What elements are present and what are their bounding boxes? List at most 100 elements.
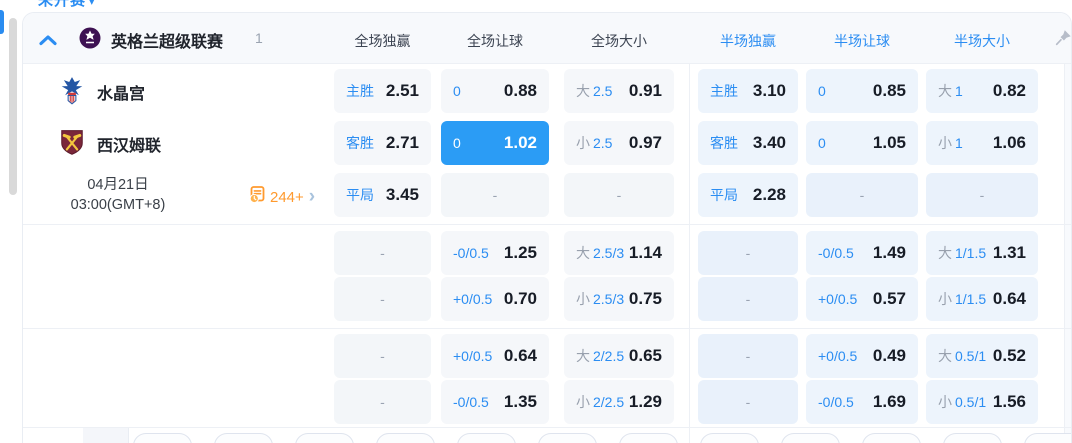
odds-value: 1.02 [503,133,537,152]
odds-line-prefix: 大 [938,83,952,99]
odds-cell-disabled: - [806,173,918,217]
odds-line-label: 2.5 [593,135,613,151]
odds-cell[interactable]: 0 0.85 [806,69,918,113]
status-tab-not-started[interactable]: 未开赛 ▾ [38,0,96,10]
odds-column-header: 半场独赢 [720,33,776,49]
odds-line-label: 0 [453,135,461,151]
left-edge-accent [0,10,4,34]
odds-value: 0.52 [992,346,1026,365]
odds-line-label: 主胜 [346,83,374,99]
odds-value: 2.71 [385,133,419,152]
pin-icon[interactable] [1055,29,1071,46]
chevron-right-icon: › [308,186,316,207]
odds-line-label: +0/0.5 [453,291,493,307]
odds-cell[interactable]: 0 1.02 [441,121,549,165]
premier-league-logo-icon [78,26,102,50]
odds-cell[interactable]: 大 0.5/1 0.52 [926,334,1038,378]
clipped-next-column [1065,64,1071,443]
odds-line-label: 客胜 [346,135,374,151]
odds-cell-disabled: - [334,334,431,378]
odds-cell[interactable]: 小 0.5/1 1.56 [926,380,1038,424]
odds-value: 0.85 [872,81,906,100]
odds-line-label: +0/0.5 [453,348,493,364]
odds-cell[interactable]: 主胜 3.10 [698,69,798,113]
away-team-row[interactable]: 西汉姆联 [23,121,323,165]
odds-dash: - [380,245,385,261]
odds-cell-disabled: - [926,173,1038,217]
odds-cell[interactable]: 大 2/2.5 0.65 [564,334,674,378]
odds-line-label: 2.5/3 [593,291,625,307]
odds-line-label: 2.5 [593,83,613,99]
league-header-row[interactable]: 英格兰超级联赛 1 全场独赢 全场让球 全场大小 半场独赢 半场让球 半场大小 [23,13,1071,64]
west-ham-crest-icon [59,129,85,159]
odds-cell[interactable]: 0 0.88 [441,69,549,113]
odds-cell[interactable]: 大 2.5/3 1.14 [564,231,674,275]
odds-cell[interactable]: 小 2.5/3 0.75 [564,277,674,321]
odds-cell-disabled: - [334,231,431,275]
more-markets-button[interactable]: 244+ › [248,186,315,208]
full-half-divider [689,63,690,443]
odds-cell-disabled: - [334,277,431,321]
odds-cell[interactable]: 主胜 2.51 [334,69,431,113]
odds-line-label: 客胜 [710,135,738,151]
odds-cell[interactable]: -0/0.5 1.49 [806,231,918,275]
odds-column-header: 全场大小 [591,33,647,49]
match-time: 03:00(GMT+8) [70,197,166,213]
odds-dash: - [859,187,865,203]
odds-cell[interactable]: 小 2.5 0.97 [564,121,674,165]
more-markets-count: 244+ [270,188,304,206]
odds-line-label: -0/0.5 [453,245,489,261]
odds-cell[interactable]: -0/0.5 1.69 [806,380,918,424]
odds-value: 1.56 [992,392,1026,411]
odds-dash: - [380,291,385,307]
odds-cell[interactable]: +0/0.5 0.70 [441,277,549,321]
bottom-divider [128,428,129,443]
odds-cell[interactable]: 小 1/1.5 0.64 [926,277,1038,321]
odds-cell[interactable]: 客胜 3.40 [698,121,798,165]
odds-cell[interactable]: -0/0.5 1.35 [441,380,549,424]
odds-cell[interactable]: 平局 3.45 [334,173,431,217]
odds-value: 3.40 [752,133,786,152]
odds-line-prefix: 大 [576,245,590,261]
odds-cell[interactable]: 大 1 0.82 [926,69,1038,113]
odds-line-label: 平局 [346,187,374,203]
odds-cell[interactable]: 大 1/1.5 1.31 [926,231,1038,275]
odds-cell[interactable]: 平局 2.28 [698,173,798,217]
odds-line-prefix: 大 [938,245,952,261]
odds-cell[interactable]: 客胜 2.71 [334,121,431,165]
odds-line-prefix: 小 [938,291,952,307]
odds-dash: - [380,348,385,364]
vertical-scrollbar-thumb[interactable] [9,18,17,195]
odds-cell[interactable]: 小 2/2.5 1.29 [564,380,674,424]
odds-line-label: 1 [955,83,963,99]
odds-column-header: 全场独赢 [354,33,411,49]
odds-line-label: 1/1.5 [955,245,987,261]
odds-cell[interactable]: -0/0.5 1.25 [441,231,549,275]
odds-cell-disabled: - [441,173,549,217]
odds-line-label: +0/0.5 [818,348,858,364]
odds-cell[interactable]: 0 1.05 [806,121,918,165]
chevron-up-icon[interactable] [39,33,57,46]
odds-line-label: 1 [955,135,963,151]
odds-dash: - [745,245,751,261]
odds-cell-disabled: - [698,380,798,424]
odds-line-label: -0/0.5 [818,245,854,261]
odds-cell[interactable]: 小 1 1.06 [926,121,1038,165]
home-team-row[interactable]: 水晶宫 [23,69,323,113]
odds-line-label: 2/2.5 [593,394,625,410]
odds-line-label: 1/1.5 [955,291,987,307]
odds-cell[interactable]: +0/0.5 0.57 [806,277,918,321]
odds-value: 0.64 [992,289,1026,308]
odds-cell[interactable]: +0/0.5 0.64 [441,334,549,378]
odds-value: 0.88 [503,81,537,100]
odds-line-label: 0 [818,135,826,151]
odds-line-prefix: 大 [576,83,590,99]
odds-line-prefix: 大 [938,348,952,364]
odds-cell[interactable]: +0/0.5 0.49 [806,334,918,378]
odds-line-label: 0 [453,83,461,99]
odds-cell-disabled: - [334,380,431,424]
odds-cell[interactable]: 大 2.5 0.91 [564,69,674,113]
odds-dash: - [616,187,622,203]
odds-value: 1.06 [992,133,1026,152]
odds-line-label: 平局 [710,187,738,203]
